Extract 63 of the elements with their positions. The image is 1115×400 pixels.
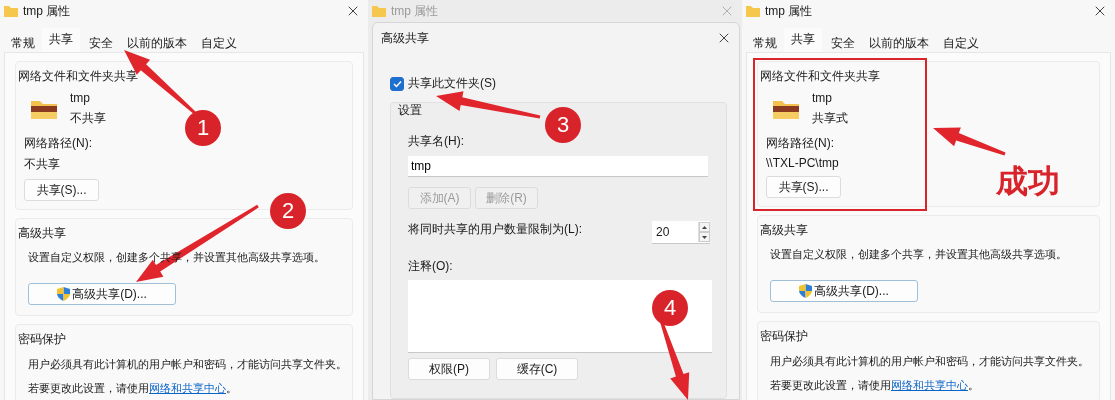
group-title: 网络文件和文件夹共享 xyxy=(760,68,881,85)
network-center-link[interactable]: 网络和共享中心 xyxy=(891,379,968,391)
share-status: 不共享 xyxy=(70,110,106,127)
spin-up-button[interactable] xyxy=(699,222,710,232)
network-path: 不共享 xyxy=(24,156,60,173)
caching-button[interactable]: 缓存(C) xyxy=(496,358,578,380)
tab[interactable]: 共享 xyxy=(42,28,80,52)
comment-label: 注释(O): xyxy=(408,258,453,275)
tab[interactable]: 安全 xyxy=(82,32,120,52)
description: 设置自定义权限，创建多个共享，并设置其他高级共享选项。 xyxy=(27,250,325,265)
group-title: 设置 xyxy=(398,102,422,119)
share-name-label: 共享名(H): xyxy=(408,133,464,150)
share-name-field[interactable]: tmp xyxy=(408,156,708,177)
shield-icon xyxy=(799,284,813,298)
group-title: 高级共享 xyxy=(760,222,809,239)
share-button[interactable]: 共享(S)... xyxy=(24,179,99,201)
share-status: 共享式 xyxy=(812,110,848,127)
user-limit-spinner[interactable]: 20 xyxy=(652,221,710,244)
description: 设置自定义权限，创建多个共享，并设置其他高级共享选项。 xyxy=(769,247,1067,262)
success-caption: 成功 xyxy=(996,162,1060,201)
group-title: 密码保护 xyxy=(760,328,809,345)
folder-name: tmp xyxy=(812,91,832,105)
permissions-button[interactable]: 权限(P) xyxy=(408,358,490,380)
path-label: 网络路径(N): xyxy=(24,135,92,152)
caret-up-icon xyxy=(702,225,707,229)
folder-icon xyxy=(746,5,760,17)
folder-icon xyxy=(372,5,386,17)
user-limit-label: 将同时共享的用户数量限制为(L): xyxy=(408,221,582,238)
settings-note: 若要更改此设置，请使用网络和共享中心。 xyxy=(27,381,237,396)
tab[interactable]: 常规 xyxy=(746,32,784,52)
dialog-title: 高级共享 xyxy=(381,29,430,47)
tab[interactable]: 自定义 xyxy=(936,32,986,52)
folder-icon xyxy=(4,5,18,17)
advanced-sharing-button[interactable]: 高级共享(D)... xyxy=(770,280,918,302)
settings-note: 若要更改此设置，请使用网络和共享中心。 xyxy=(769,378,979,393)
checkbox-label: 共享此文件夹(S) xyxy=(408,75,496,92)
folder-icon xyxy=(772,98,800,120)
tab[interactable]: 常规 xyxy=(4,32,42,52)
window-title: tmp 属性 xyxy=(391,2,440,20)
network-center-link[interactable]: 网络和共享中心 xyxy=(149,382,226,394)
description: 用户必须具有此计算机的用户帐户和密码，才能访问共享文件夹。 xyxy=(769,354,1089,369)
group-title: 网络文件和文件夹共享 xyxy=(18,68,139,85)
path-label: 网络路径(N): xyxy=(766,135,834,152)
tab[interactable]: 自定义 xyxy=(194,32,244,52)
spin-down-button[interactable] xyxy=(699,232,710,242)
group-title: 密码保护 xyxy=(18,331,67,348)
window-title: tmp 属性 xyxy=(765,2,814,20)
window-title: tmp 属性 xyxy=(23,2,72,20)
tab[interactable]: 安全 xyxy=(824,32,862,52)
folder-icon xyxy=(30,98,58,120)
description: 用户必须具有此计算机的用户帐户和密码，才能访问共享文件夹。 xyxy=(27,357,347,372)
advanced-sharing-button[interactable]: 高级共享(D)... xyxy=(28,283,176,305)
checkbox[interactable] xyxy=(390,76,404,91)
tab[interactable]: 共享 xyxy=(784,28,822,52)
shield-icon xyxy=(57,287,71,301)
group-title: 高级共享 xyxy=(18,225,67,242)
caret-down-icon xyxy=(702,235,707,239)
comment-field[interactable] xyxy=(408,280,712,353)
tab[interactable]: 以前的版本 xyxy=(120,32,194,52)
tab[interactable]: 以前的版本 xyxy=(862,32,936,52)
folder-name: tmp xyxy=(70,91,90,105)
network-path: \\TXL-PC\tmp xyxy=(766,156,839,170)
share-button[interactable]: 共享(S)... xyxy=(766,176,841,198)
